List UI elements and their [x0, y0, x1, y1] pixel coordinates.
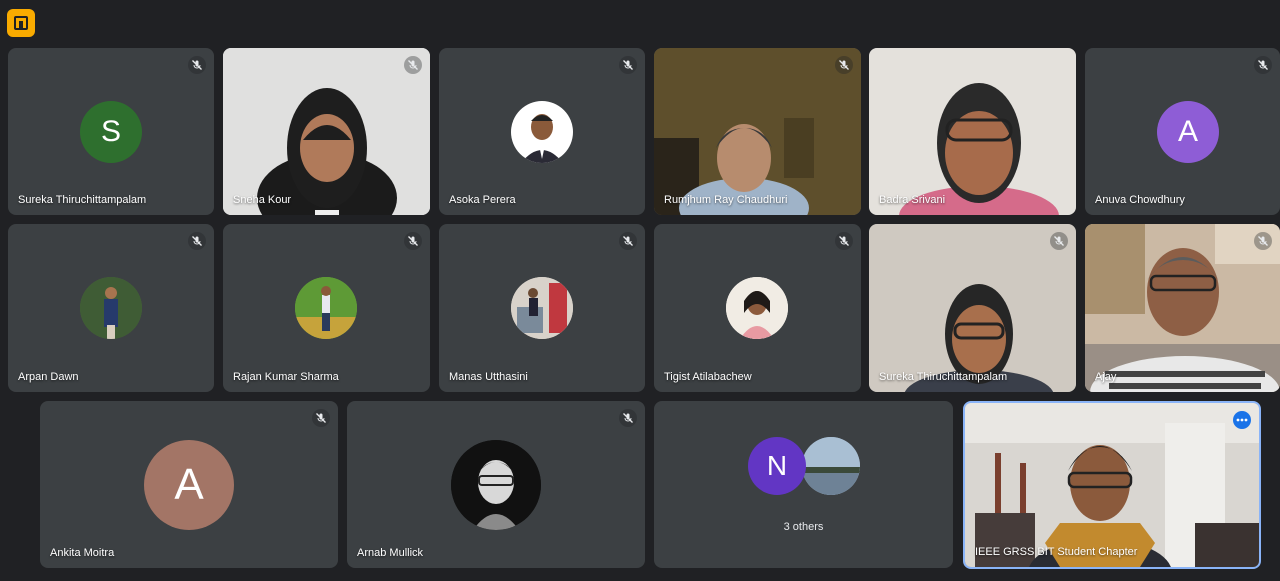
video-feed	[965, 403, 1259, 567]
avatar	[451, 440, 541, 530]
participant-name: Sneha Kour	[233, 194, 292, 206]
avatar	[802, 437, 860, 495]
participant-name: Sureka Thiruchittampalam	[18, 194, 147, 206]
participant-tile[interactable]: Rumjhum Ray Chaudhuri	[654, 48, 861, 215]
participant-tile[interactable]: Rajan Kumar Sharma	[223, 224, 430, 392]
mic-off-icon	[835, 232, 853, 250]
avatar	[511, 277, 573, 339]
avatar: S	[80, 101, 142, 163]
avatar-letter: A	[174, 460, 204, 509]
participant-name: Arnab Mullick	[357, 547, 424, 559]
mic-off-icon	[835, 56, 853, 74]
participant-name: Manas Utthasini	[449, 371, 528, 383]
avatar-letter: A	[1177, 115, 1198, 148]
bottom-toolbar	[0, 573, 1280, 581]
mic-off-icon	[188, 232, 206, 250]
participant-name: Ankita Moitra	[50, 547, 115, 559]
others-tile[interactable]: N 3 others	[654, 401, 953, 568]
participant-tile[interactable]: S Sureka Thiruchittampalam	[8, 48, 214, 215]
mic-off-icon	[1254, 56, 1272, 74]
participant-name: Rajan Kumar Sharma	[233, 371, 339, 383]
video-feed	[869, 48, 1076, 215]
participant-tile[interactable]: A Ankita Moitra	[40, 401, 338, 568]
participant-tile[interactable]: Manas Utthasini	[439, 224, 645, 392]
video-feed	[869, 224, 1076, 392]
participant-tile[interactable]: Ajay	[1085, 224, 1280, 392]
more-options-icon[interactable]	[1233, 411, 1251, 429]
avatar: A	[1157, 101, 1219, 163]
mic-off-icon	[312, 409, 330, 427]
video-feed	[1085, 224, 1280, 392]
others-count: 3 others	[783, 521, 824, 533]
avatar	[80, 277, 142, 339]
participant-tile[interactable]: Sneha Kour	[223, 48, 430, 215]
participant-tile[interactable]: Sureka Thiruchittampalam	[869, 224, 1076, 392]
participant-name: Asoka Perera	[449, 194, 516, 206]
participant-name: Ajay	[1095, 371, 1117, 383]
avatar-letter: N	[766, 450, 788, 481]
participant-name: Rumjhum Ray Chaudhuri	[664, 194, 788, 206]
participant-tile[interactable]: Tigist Atilabachew	[654, 224, 861, 392]
self-view-tile[interactable]: IEEE GRSS BIT Student Chapter	[963, 401, 1261, 569]
mic-off-icon	[619, 56, 637, 74]
avatar-letter: S	[100, 115, 121, 148]
mic-off-icon	[188, 56, 206, 74]
participant-name: Arpan Dawn	[18, 371, 79, 383]
mic-off-icon	[1050, 232, 1068, 250]
avatar	[511, 101, 573, 163]
participant-tile[interactable]: Arpan Dawn	[8, 224, 214, 392]
mic-off-icon	[404, 232, 422, 250]
participant-name: IEEE GRSS BIT Student Chapter	[975, 546, 1138, 558]
participant-tile[interactable]: Asoka Perera	[439, 48, 645, 215]
mic-off-icon	[1254, 232, 1272, 250]
video-feed	[654, 48, 861, 215]
participant-name: Badra Srivani	[879, 194, 946, 206]
avatar	[295, 277, 357, 339]
participant-name: Sureka Thiruchittampalam	[879, 371, 1008, 383]
participant-tile[interactable]: A Anuva Chowdhury	[1085, 48, 1280, 215]
avatar: N	[748, 437, 806, 495]
mic-off-icon	[619, 232, 637, 250]
avatar	[726, 277, 788, 339]
participant-tile[interactable]: Badra Srivani	[869, 48, 1076, 215]
mic-off-icon	[404, 56, 422, 74]
mic-off-icon	[619, 409, 637, 427]
participant-name: Anuva Chowdhury	[1095, 194, 1185, 206]
meet-activities-icon[interactable]	[7, 9, 35, 37]
avatar: A	[144, 440, 234, 530]
participant-tile[interactable]: Arnab Mullick	[347, 401, 645, 568]
video-feed	[223, 48, 430, 215]
participant-name: Tigist Atilabachew	[664, 371, 752, 383]
